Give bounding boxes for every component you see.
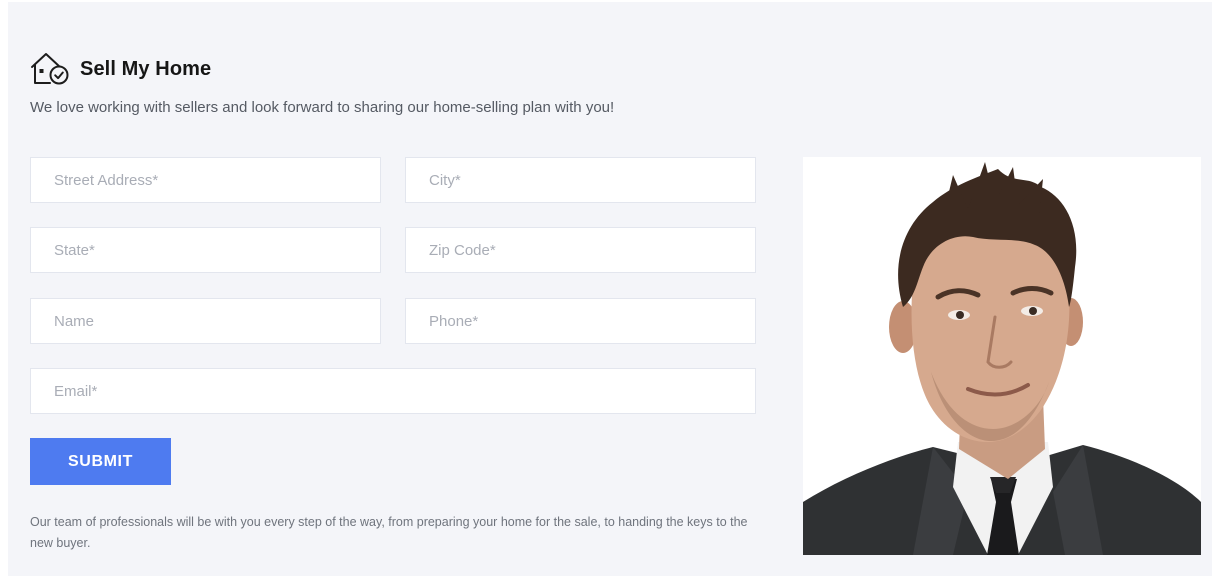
footnote-text: Our team of professionals will be with y… (30, 515, 748, 550)
submit-button[interactable]: SUBMIT (30, 438, 171, 485)
phone-input[interactable] (405, 298, 756, 344)
sell-my-home-panel: Sell My Home We love working with seller… (8, 2, 1212, 576)
title-row: Sell My Home (30, 50, 211, 88)
page-subtitle: We love working with sellers and look fo… (30, 99, 615, 116)
city-input[interactable] (405, 157, 756, 203)
zip-code-input[interactable] (405, 227, 756, 273)
email-input[interactable] (30, 368, 756, 414)
agent-photo (803, 157, 1201, 555)
page-title: Sell My Home (80, 57, 212, 80)
state-input[interactable] (30, 227, 381, 273)
name-input[interactable] (30, 298, 381, 344)
house-check-icon (30, 50, 70, 88)
street-address-input[interactable] (30, 157, 381, 203)
